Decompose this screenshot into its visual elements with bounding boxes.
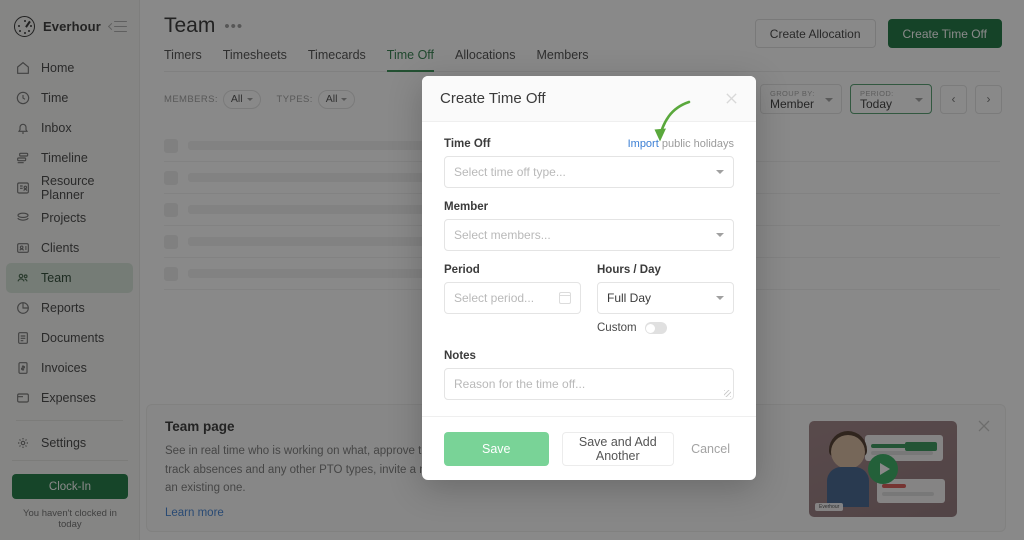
import-link[interactable]: Import [628, 138, 659, 150]
period-hours-row: Period Select period... Hours / Day Full… [444, 264, 734, 334]
cancel-button[interactable]: Cancel [687, 442, 734, 456]
chevron-down-icon [716, 170, 724, 174]
time-off-type-select[interactable]: Select time off type... [444, 156, 734, 188]
hours-day-field: Hours / Day Full Day Custom [597, 264, 734, 334]
chevron-down-icon [716, 233, 724, 237]
time-off-label: Time Off [444, 138, 491, 150]
time-off-label-row: Time Off Import public holidays [444, 138, 734, 150]
app-root: Everhour Home Time Inbox Timeline [0, 0, 1024, 540]
member-select[interactable]: Select members... [444, 219, 734, 251]
save-button[interactable]: Save [444, 431, 549, 466]
period-label: Period [444, 264, 480, 276]
custom-toggle-row: Custom [597, 322, 734, 334]
notes-label: Notes [444, 350, 476, 362]
close-icon[interactable] [725, 92, 738, 105]
import-link-rest: public holidays [658, 138, 734, 150]
hours-day-value: Full Day [607, 291, 652, 305]
time-off-field: Time Off Import public holidays Select t… [444, 138, 734, 188]
modal-title: Create Time Off [440, 90, 546, 107]
notes-input[interactable]: Reason for the time off... [444, 368, 734, 400]
member-placeholder: Select members... [454, 228, 551, 242]
calendar-icon [558, 292, 572, 304]
save-and-add-another-button[interactable]: Save and Add Another [561, 431, 675, 466]
chevron-down-icon [716, 296, 724, 300]
import-public-holidays: Import public holidays [628, 138, 734, 150]
member-label: Member [444, 201, 489, 213]
notes-field: Notes Reason for the time off... [444, 350, 734, 400]
period-placeholder: Select period... [454, 291, 535, 305]
custom-label: Custom [597, 322, 637, 334]
notes-placeholder: Reason for the time off... [454, 377, 586, 391]
modal-body: Time Off Import public holidays Select t… [422, 122, 756, 400]
create-time-off-modal: Create Time Off Time Off Import public h… [422, 76, 756, 480]
period-input[interactable]: Select period... [444, 282, 581, 314]
hours-day-select[interactable]: Full Day [597, 282, 734, 314]
time-off-type-placeholder: Select time off type... [454, 165, 566, 179]
member-field: Member Select members... [444, 201, 734, 251]
custom-toggle[interactable] [644, 322, 667, 334]
hours-day-label: Hours / Day [597, 264, 661, 276]
modal-footer: Save Save and Add Another Cancel [422, 416, 756, 480]
modal-header: Create Time Off [422, 76, 756, 122]
period-field: Period Select period... [444, 264, 581, 334]
resize-handle-icon[interactable] [724, 390, 731, 397]
